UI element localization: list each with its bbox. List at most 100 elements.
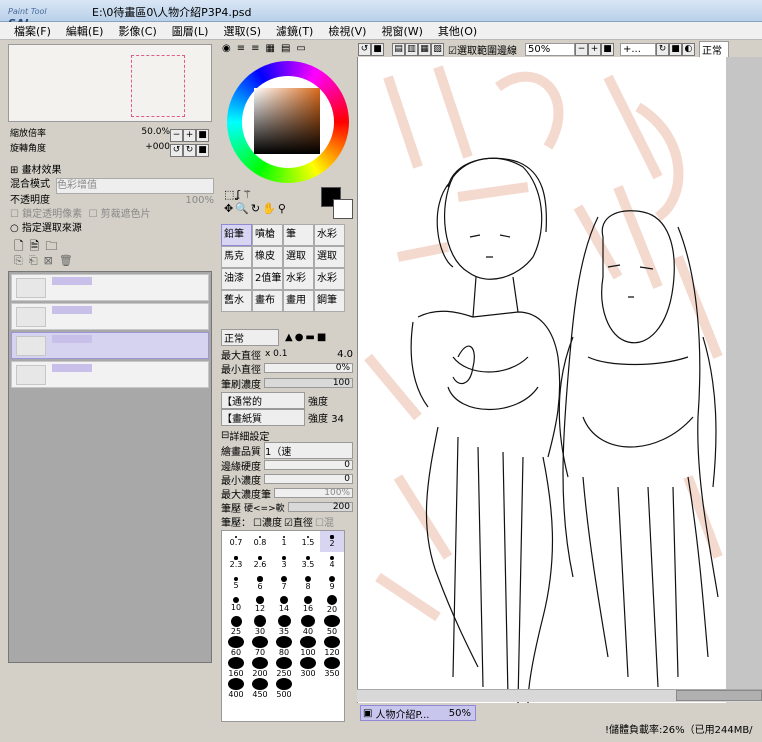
move-icon[interactable]: ✥ (224, 202, 235, 215)
tool-pencil[interactable]: 鉛筆 (221, 224, 252, 246)
menu-view[interactable]: 檢視(V) (328, 23, 366, 39)
brush-size-preset[interactable]: 50 (320, 615, 344, 636)
brush-size-preset[interactable]: 10 (224, 594, 248, 615)
pressure-size-checkbox[interactable]: ☑直徑 (284, 514, 313, 529)
scratchpad-tab-icon[interactable]: ▭ (296, 43, 305, 55)
clipping-checkbox[interactable]: ☐ 剪裁遮色片 (89, 209, 151, 220)
merge-down-icon[interactable]: ⎗ (29, 254, 44, 267)
protect-alpha-checkbox[interactable]: ☐ 鎖定透明像素 (10, 209, 82, 220)
menu-layer[interactable]: 圖層(L) (172, 23, 209, 39)
edge-hardness-bar[interactable]: 0 (264, 460, 353, 470)
zoom-reset-button[interactable]: ■ (196, 129, 209, 142)
magic-wand-icon[interactable]: ⚚ (242, 188, 254, 201)
tool-select-pen[interactable]: 選取 (283, 246, 314, 268)
pressure-density-checkbox[interactable]: ☐濃度 (253, 514, 282, 529)
drawing-canvas[interactable] (357, 57, 726, 703)
brush-size-preset[interactable]: 100 (296, 636, 320, 657)
menu-select[interactable]: 選取(S) (223, 23, 261, 39)
brush-size-preset[interactable]: 4 (320, 552, 344, 573)
brush-size-preset[interactable]: 2 (320, 531, 344, 552)
zoom-in-canvas-button[interactable]: + (587, 42, 601, 56)
menu-filter[interactable]: 濾鏡(T) (276, 23, 313, 39)
reset-view-button[interactable]: ■ (371, 42, 384, 56)
brush-size-preset[interactable]: 60 (224, 636, 248, 657)
layer-item[interactable] (11, 303, 209, 330)
rgb-slider-tab-icon[interactable]: ≡ (237, 43, 245, 55)
brush-size-preset[interactable]: 200 (248, 657, 272, 678)
texture-strength[interactable]: 強度 34 (308, 410, 344, 425)
max-size-multiplier[interactable]: x 0.1 (265, 349, 288, 359)
brush-size-preset[interactable]: 30 (248, 615, 272, 636)
saturation-value-picker[interactable] (254, 88, 320, 154)
opacity-value[interactable]: 100% (185, 194, 214, 208)
menu-file[interactable]: 檔案(F) (14, 23, 51, 39)
tool-pen[interactable]: 筆 (283, 224, 314, 246)
tool-marker[interactable]: 馬克 (221, 246, 252, 268)
brush-size-preset[interactable]: 20 (320, 594, 344, 615)
zoom-select[interactable]: 50% (524, 42, 575, 56)
brush-size-preset[interactable]: 250 (272, 657, 296, 678)
selection-source-radio[interactable]: ○ 指定選取來源 (10, 222, 214, 236)
brush-size-preset[interactable]: 1.5 (296, 531, 320, 552)
menu-other[interactable]: 其他(O) (438, 23, 477, 39)
angle-select[interactable]: +... (619, 42, 656, 56)
color-wheel-tab-icon[interactable]: ◉ (222, 43, 231, 55)
brush-size-preset[interactable]: 400 (224, 678, 248, 699)
zoom-out-canvas-button[interactable]: − (574, 42, 588, 56)
mixer-tab-icon[interactable]: ▤ (281, 43, 290, 55)
rotate-icon[interactable]: ↻ (251, 202, 262, 215)
zoom-out-button[interactable]: − (170, 129, 183, 142)
layer-item[interactable] (11, 361, 209, 388)
secondary-color-swatch[interactable] (333, 199, 353, 219)
invert-selection-button[interactable]: ▧ (431, 42, 444, 56)
horizontal-scroll-thumb[interactable] (676, 690, 762, 701)
brush-size-preset[interactable]: 14 (272, 594, 296, 615)
menu-image[interactable]: 影像(C) (118, 23, 156, 39)
document-tab[interactable]: ▣ 人物介紹P... 50% (360, 705, 476, 721)
flip-button[interactable]: ◐ (681, 42, 695, 56)
layer-list[interactable] (8, 271, 212, 663)
brush-size-preset[interactable]: 3 (272, 552, 296, 573)
rotate-right-button[interactable]: ↻ (183, 144, 196, 157)
tool-bucket[interactable]: 油漆 (221, 268, 252, 290)
density-bar[interactable]: 100 (264, 378, 353, 388)
brush-size-preset[interactable]: 1 (272, 531, 296, 552)
brush-size-preset[interactable]: 0.7 (224, 531, 248, 552)
tool-old-water[interactable]: 舊水 (221, 290, 252, 312)
hand-icon[interactable]: ✋ (262, 202, 278, 215)
swatches-tab-icon[interactable]: ▦ (266, 43, 275, 55)
min-size-bar[interactable]: 0% (264, 363, 353, 373)
tool-watercolor-2[interactable]: 水彩 (283, 268, 314, 290)
brush-size-preset[interactable]: 120 (320, 636, 344, 657)
tool-canvas[interactable]: 畫布 (252, 290, 283, 312)
brush-size-preset[interactable]: 35 (272, 615, 296, 636)
quality-select[interactable]: 1（速 (264, 441, 353, 459)
brush-size-preset[interactable]: 160 (224, 657, 248, 678)
deselect-button[interactable]: ▦ (418, 42, 431, 56)
menu-window[interactable]: 視窗(W) (381, 23, 422, 39)
rotate-left-button[interactable]: ↺ (170, 144, 183, 157)
min-density-bar[interactable]: 0 (264, 474, 353, 484)
tool-ink-pen[interactable]: 鋼筆 (314, 290, 345, 312)
brush-size-preset[interactable]: 0.8 (248, 531, 272, 552)
clear-layer-icon[interactable]: ⊠ (44, 254, 59, 267)
brush-size-preset[interactable]: 2.3 (224, 552, 248, 573)
brush-size-preset[interactable] (296, 678, 320, 699)
zoom-in-button[interactable]: + (183, 129, 196, 142)
navigator-viewport-rect[interactable] (131, 55, 185, 117)
blend-select[interactable]: 色彩增值 (56, 178, 214, 194)
folder-icon[interactable]: 🗀 (45, 239, 63, 253)
new-layer-icon[interactable]: 🗋 (14, 239, 30, 253)
brush-size-preset[interactable]: 350 (320, 657, 344, 678)
zoom-fit-button[interactable]: ■ (600, 42, 614, 56)
max-size-value[interactable]: 4.0 (337, 349, 353, 360)
undo-button[interactable]: ▤ (392, 42, 405, 56)
copy-layer-icon[interactable]: ⎘ (14, 254, 29, 267)
eyedropper-icon[interactable]: ⚲ (278, 202, 288, 215)
texture-effect-toggle[interactable]: ⊞ 畫材效果 (10, 164, 214, 178)
vertical-scrollbar[interactable] (726, 57, 762, 689)
selection-edge-checkbox[interactable]: ☑選取範圍邊線 (448, 42, 517, 57)
brush-size-preset[interactable]: 80 (272, 636, 296, 657)
brush-size-preset[interactable]: 300 (296, 657, 320, 678)
reset-rotation-button[interactable]: ■ (668, 42, 682, 56)
